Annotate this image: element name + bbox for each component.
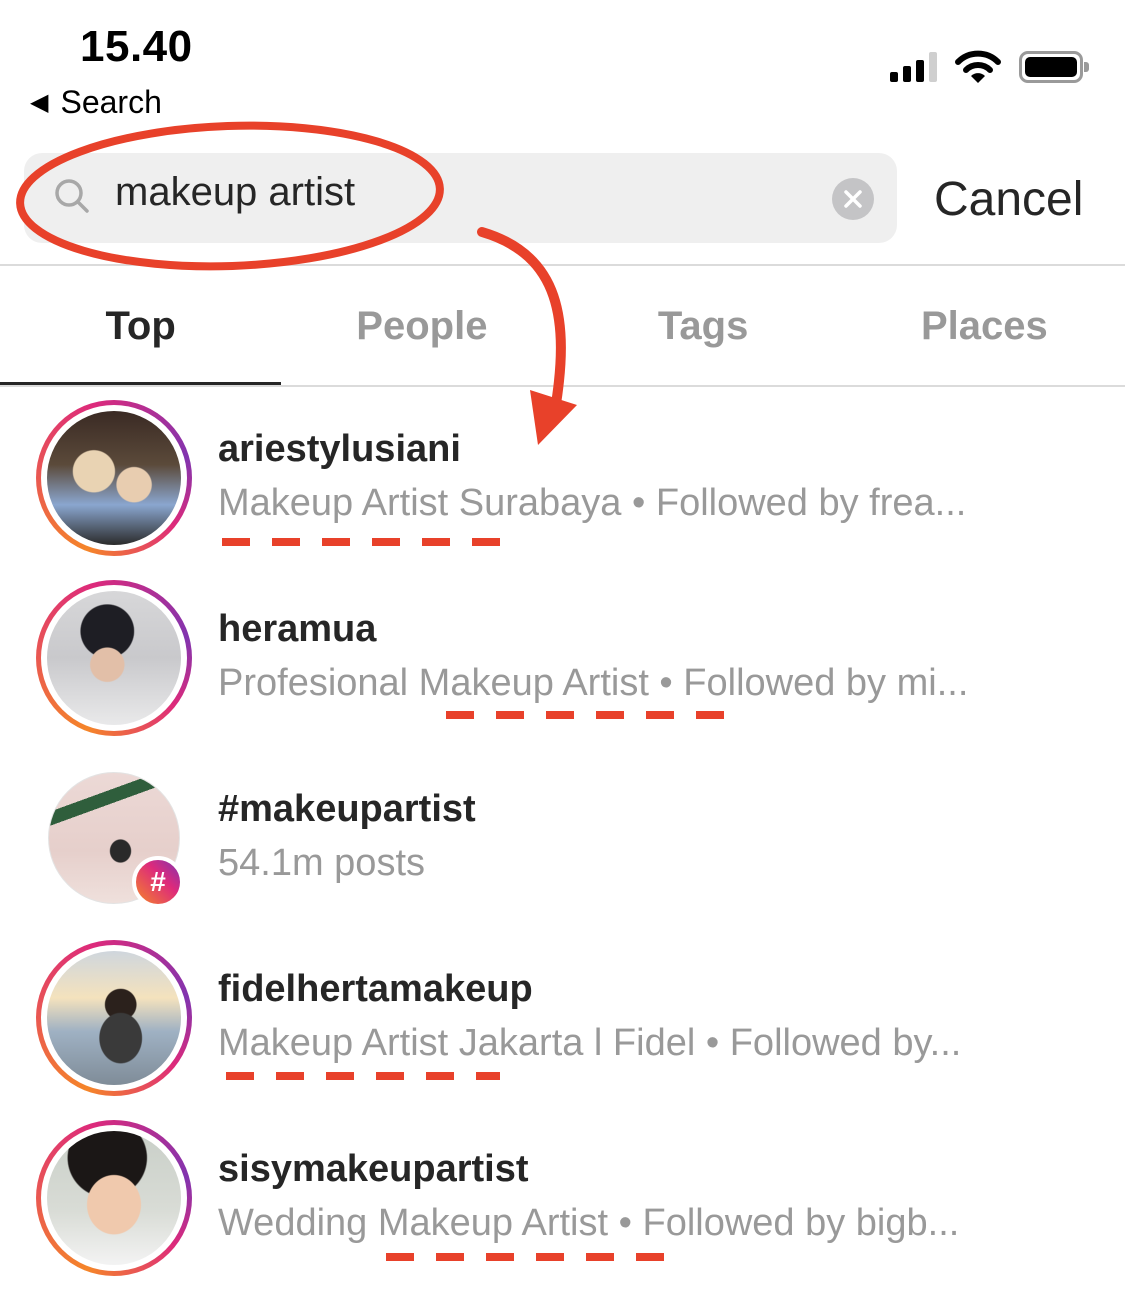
highlight-underline (226, 1072, 500, 1080)
battery-icon (1019, 51, 1089, 83)
result-name: fidelhertamakeup (218, 968, 533, 1010)
status-time: 15.40 (80, 22, 193, 71)
magnifier-icon (55, 179, 89, 213)
result-subtitle: Makeup Artist Surabaya • Followed by fre… (218, 482, 967, 524)
result-item[interactable]: ariestylusiani Makeup Artist Surabaya • … (0, 400, 1125, 580)
highlight-underline (386, 1253, 668, 1261)
clear-x-icon (844, 190, 862, 208)
cellular-signal-icon (890, 52, 937, 82)
clear-search-button[interactable] (832, 178, 874, 220)
result-name: sisymakeupartist (218, 1148, 529, 1190)
wifi-icon (955, 50, 1001, 83)
result-item[interactable]: sisymakeupartist Wedding Makeup Artist •… (0, 1120, 1125, 1296)
avatar[interactable] (36, 400, 192, 556)
result-name: heramua (218, 608, 377, 650)
result-subtitle: Wedding Makeup Artist • Followed by bigb… (218, 1202, 960, 1244)
avatar[interactable] (36, 940, 192, 1096)
highlight-underline (222, 538, 502, 546)
avatar[interactable] (36, 580, 192, 736)
result-name: ariestylusiani (218, 428, 461, 470)
result-item[interactable]: fidelhertamakeup Makeup Artist Jakarta l… (0, 940, 1125, 1120)
result-subtitle: Makeup Artist Jakarta l Fidel • Followed… (218, 1022, 962, 1064)
result-subtitle: Profesional Makeup Artist • Followed by … (218, 662, 969, 704)
divider (0, 385, 1125, 387)
result-item[interactable]: heramua Profesional Makeup Artist • Foll… (0, 580, 1125, 760)
back-to-search-link[interactable]: ◀ Search (30, 84, 162, 121)
avatar[interactable] (36, 1120, 192, 1276)
highlight-underline (446, 711, 726, 719)
tab-tags[interactable]: Tags (563, 266, 844, 386)
tab-places[interactable]: Places (844, 266, 1125, 386)
result-item[interactable]: # #makeupartist 54.1m posts (0, 760, 1125, 940)
tab-top[interactable]: Top (0, 266, 282, 386)
search-input[interactable] (115, 170, 795, 215)
cancel-button[interactable]: Cancel (934, 172, 1083, 227)
back-label: Search (60, 84, 162, 120)
search-tabs: Top People Tags Places (0, 266, 1125, 386)
status-icons (890, 50, 1089, 84)
instagram-search-screen: 15.40 ◀ Search Cancel (0, 0, 1125, 1296)
hashtag-badge-icon: # (132, 856, 184, 908)
result-subtitle: 54.1m posts (218, 842, 425, 884)
result-name: #makeupartist (218, 788, 476, 830)
back-triangle-icon: ◀ (30, 89, 49, 116)
tab-people[interactable]: People (281, 266, 562, 386)
